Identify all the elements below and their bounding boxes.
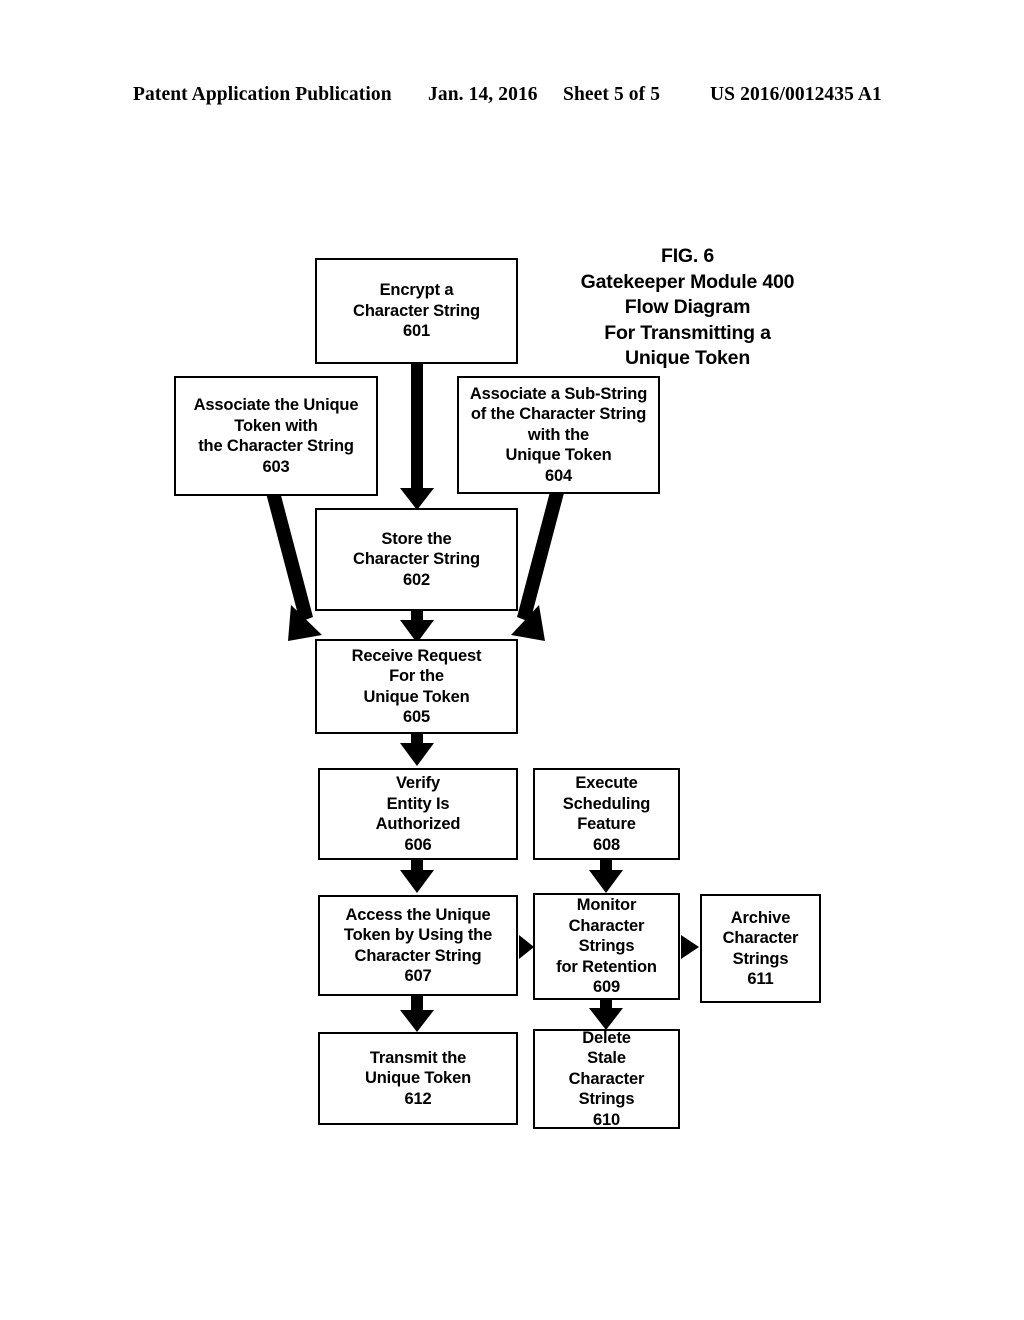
arrow-604-to-605	[511, 488, 564, 641]
box-606-reference-numeral: 606	[404, 835, 432, 854]
box-611-line-1: Archive	[730, 908, 791, 927]
arrow-607-to-612	[400, 996, 434, 1032]
flow-box-607-access-unique-token-by-using-character-string[interactable]: Access the Unique Token by Using the Cha…	[318, 895, 518, 996]
box-610-line-2: Stale	[587, 1049, 626, 1068]
box-609-line-4: for Retention	[556, 957, 657, 976]
box-606-line-1: Verify	[395, 774, 441, 792]
box-603-line-3: the Character String	[198, 437, 354, 455]
box-604-reference-numeral: 604	[544, 466, 573, 485]
box-603-line-1: Associate the Unique	[193, 396, 359, 414]
arrow-605-to-606	[400, 732, 434, 766]
figure-title-line-1: FIG. 6	[661, 245, 714, 267]
flow-box-610-delete-stale-character-strings[interactable]: Delete Stale Character Strings 610	[533, 1029, 680, 1129]
figure-title: FIG. 6 Gatekeeper Module 400 Flow Diagra…	[545, 244, 830, 372]
box-609-line-2: Character	[568, 916, 645, 935]
box-604-line-1: Associate a Sub-String	[469, 384, 648, 403]
flow-box-605-receive-request-for-unique-token[interactable]: Receive Request For the Unique Token 605	[315, 639, 518, 734]
box-608-line-3: Feature	[577, 815, 636, 833]
box-607-reference-numeral: 607	[404, 967, 432, 985]
box-606-line-3: Authorized	[375, 815, 461, 833]
box-607-line-2: Token by Using the	[343, 926, 493, 944]
box-605-line-2: For the	[389, 667, 444, 685]
flow-box-602-store-character-string[interactable]: Store the Character String 602	[315, 508, 518, 611]
box-610-line-4: Strings	[578, 1090, 635, 1109]
box-609-reference-numeral: 609	[592, 978, 621, 997]
arrow-603-to-605	[266, 488, 322, 641]
figure-title-line-3: Flow Diagram	[624, 296, 751, 318]
box-610-line-3: Character	[568, 1069, 645, 1088]
flow-box-603-associate-token-with-character-string[interactable]: Associate the Unique Token with the Char…	[174, 376, 378, 496]
box-604-line-4: Unique Token	[505, 446, 612, 465]
box-608-line-2: Scheduling	[562, 794, 651, 813]
flow-box-609-monitor-character-strings-for-retention[interactable]: Monitor Character Strings for Retention …	[533, 893, 680, 1000]
box-605-line-1: Receive Request	[351, 646, 482, 665]
flow-box-612-transmit-unique-token[interactable]: Transmit the Unique Token 612	[318, 1032, 518, 1125]
box-607-line-1: Access the Unique	[345, 905, 491, 924]
box-611-reference-numeral: 611	[747, 970, 774, 988]
arrow-608-to-609	[589, 858, 623, 893]
box-607-line-3: Character String	[354, 946, 482, 965]
box-604-line-2: of the Character String	[470, 405, 647, 424]
box-605-line-3: Unique Token	[363, 687, 470, 706]
box-602-reference-numeral: 602	[402, 570, 431, 589]
arrow-609-to-611	[681, 935, 699, 959]
box-609-line-1: Monitor	[576, 896, 637, 915]
box-610-reference-numeral: 610	[592, 1110, 621, 1129]
flow-box-608-execute-scheduling-feature[interactable]: Execute Scheduling Feature 608	[533, 768, 680, 860]
figure-title-line-4: For Transmitting a	[604, 321, 771, 344]
flow-box-606-verify-entity-is-authorized[interactable]: Verify Entity Is Authorized 606	[318, 768, 518, 860]
figure-title-line-2: Gatekeeper Module 400	[580, 270, 795, 293]
box-611-line-3: Strings	[732, 949, 789, 968]
box-612-reference-numeral: 612	[404, 1089, 432, 1108]
box-611-line-2: Character	[722, 929, 799, 947]
box-601-line-1: Encrypt a	[379, 281, 454, 300]
box-612-line-2: Unique Token	[364, 1069, 472, 1088]
box-602-line-2: Character String	[353, 550, 480, 569]
box-610-line-1: Delete	[582, 1028, 631, 1047]
figure-6-flow-diagram: FIG. 6 Gatekeeper Module 400 Flow Diagra…	[0, 0, 1024, 1320]
arrow-607-to-609	[519, 935, 534, 959]
box-608-reference-numeral: 608	[592, 835, 621, 854]
box-609-line-3: Strings	[578, 937, 635, 956]
box-602-line-1: Store the	[381, 529, 452, 548]
box-612-line-1: Transmit the	[369, 1048, 467, 1067]
box-603-line-2: Token with	[234, 416, 318, 435]
box-603-reference-numeral: 603	[262, 457, 290, 476]
flow-box-604-associate-substring-with-unique-token[interactable]: Associate a Sub-String of the Character …	[457, 376, 660, 494]
box-601-line-2: Character String	[353, 301, 480, 320]
box-604-line-3: with the	[527, 425, 590, 444]
figure-title-line-5: Unique Token	[624, 347, 751, 369]
arrow-601-to-602	[400, 362, 434, 510]
box-601-reference-numeral: 601	[402, 322, 431, 341]
box-605-reference-numeral: 605	[402, 708, 431, 726]
box-608-line-1: Execute	[575, 774, 638, 792]
arrow-609-to-610	[589, 1000, 623, 1030]
flow-box-601-encrypt-character-string[interactable]: Encrypt a Character String 601	[315, 258, 518, 364]
arrow-606-to-607	[400, 858, 434, 893]
flow-box-611-archive-character-strings[interactable]: Archive Character Strings 611	[700, 894, 821, 1003]
box-606-line-2: Entity Is	[386, 794, 450, 813]
